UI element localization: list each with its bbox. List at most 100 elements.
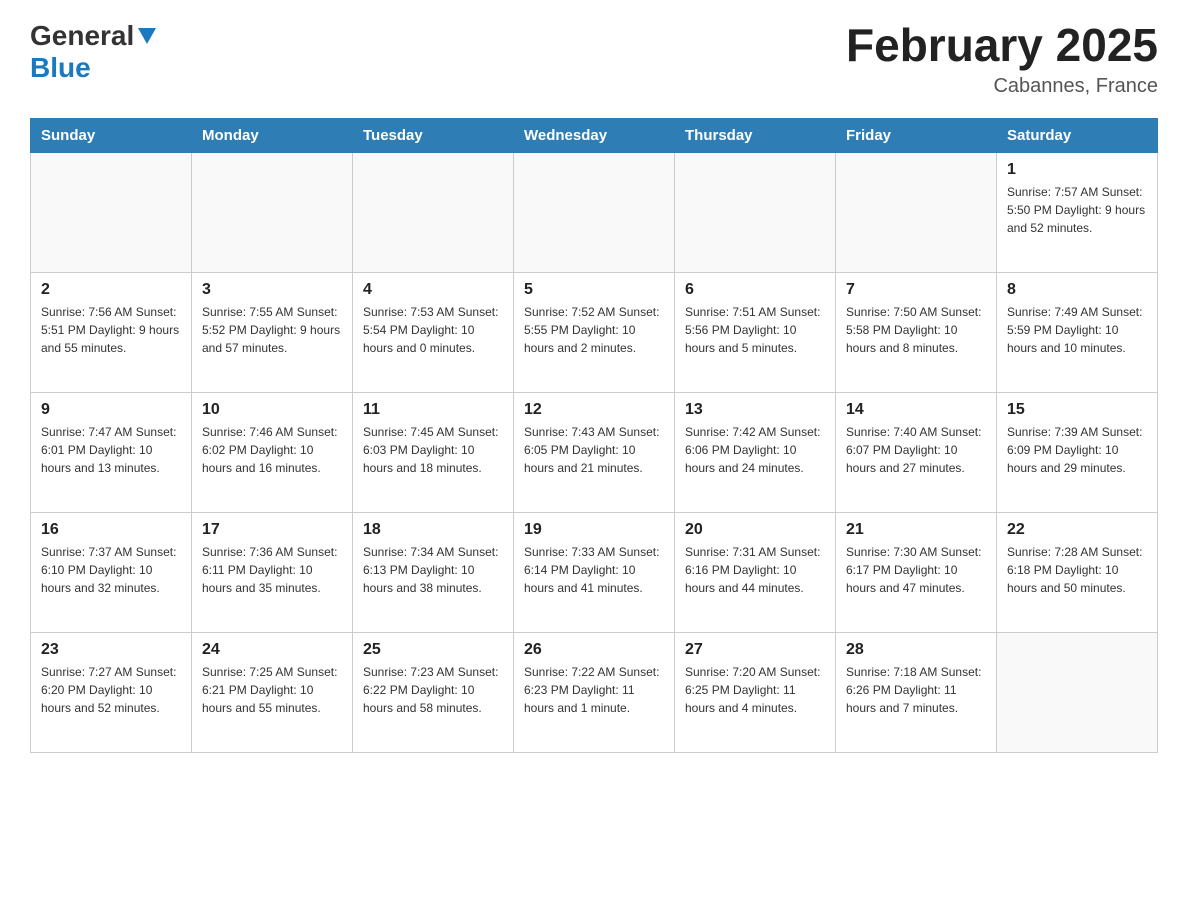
- day-number: 24: [202, 641, 342, 659]
- day-info: Sunrise: 7:55 AM Sunset: 5:52 PM Dayligh…: [202, 303, 342, 357]
- day-number: 14: [846, 401, 986, 419]
- day-number: 23: [41, 641, 181, 659]
- day-cell: 9Sunrise: 7:47 AM Sunset: 6:01 PM Daylig…: [31, 392, 192, 512]
- day-info: Sunrise: 7:23 AM Sunset: 6:22 PM Dayligh…: [363, 663, 503, 717]
- day-cell: [836, 152, 997, 272]
- col-thursday: Thursday: [675, 118, 836, 152]
- day-number: 3: [202, 281, 342, 299]
- day-cell: [675, 152, 836, 272]
- day-number: 20: [685, 521, 825, 539]
- day-cell: 15 Sunrise: 7:39 AM Sunset: 6:09 PM Dayli…: [997, 392, 1158, 512]
- day-info: Sunrise: 7:52 AM Sunset: 5:55 PM Dayligh…: [524, 303, 664, 357]
- day-number: 4: [363, 281, 503, 299]
- day-cell: 6 Sunrise: 7:51 AM Sunset: 5:56 PM Daylig…: [675, 272, 836, 392]
- day-info: Sunrise: 7:31 AM Sunset: 6:16 PM Dayligh…: [685, 543, 825, 597]
- day-cell: 27Sunrise: 7:20 AM Sunset: 6:25 PM Dayli…: [675, 632, 836, 752]
- day-cell: 4 Sunrise: 7:53 AM Sunset: 5:54 PM Daylig…: [353, 272, 514, 392]
- day-info: Sunrise: 7:30 AM Sunset: 6:17 PM Dayligh…: [846, 543, 986, 597]
- col-monday: Monday: [192, 118, 353, 152]
- day-cell: 18Sunrise: 7:34 AM Sunset: 6:13 PM Dayli…: [353, 512, 514, 632]
- day-cell: 7 Sunrise: 7:50 AM Sunset: 5:58 PM Daylig…: [836, 272, 997, 392]
- calendar-table: Sunday Monday Tuesday Wednesday Thursday…: [30, 118, 1158, 753]
- day-number: 11: [363, 401, 503, 419]
- day-number: 25: [363, 641, 503, 659]
- day-number: 17: [202, 521, 342, 539]
- day-info: Sunrise: 7:34 AM Sunset: 6:13 PM Dayligh…: [363, 543, 503, 597]
- day-cell: 14 Sunrise: 7:40 AM Sunset: 6:07 PM Dayli…: [836, 392, 997, 512]
- day-cell: [192, 152, 353, 272]
- day-cell: 19 Sunrise: 7:33 AM Sunset: 6:14 PM Dayli…: [514, 512, 675, 632]
- day-info: Sunrise: 7:50 AM Sunset: 5:58 PM Dayligh…: [846, 303, 986, 357]
- day-cell: 1 Sunrise: 7:57 AM Sunset: 5:50 PM Daylig…: [997, 152, 1158, 272]
- col-saturday: Saturday: [997, 118, 1158, 152]
- day-info: Sunrise: 7:28 AM Sunset: 6:18 PM Dayligh…: [1007, 543, 1147, 597]
- week-row-1: 2 Sunrise: 7:56 AM Sunset: 5:51 PM Daylig…: [31, 272, 1158, 392]
- day-number: 6: [685, 281, 825, 299]
- col-wednesday: Wednesday: [514, 118, 675, 152]
- day-number: 2: [41, 281, 181, 299]
- day-cell: 28 Sunrise: 7:18 AM Sunset: 6:26 PM Dayli…: [836, 632, 997, 752]
- day-cell: 2 Sunrise: 7:56 AM Sunset: 5:51 PM Daylig…: [31, 272, 192, 392]
- day-cell: 11 Sunrise: 7:45 AM Sunset: 6:03 PM Dayli…: [353, 392, 514, 512]
- day-number: 7: [846, 281, 986, 299]
- day-cell: 23 Sunrise: 7:27 AM Sunset: 6:20 PM Dayli…: [31, 632, 192, 752]
- day-cell: 13 Sunrise: 7:42 AM Sunset: 6:06 PM Dayli…: [675, 392, 836, 512]
- calendar-subtitle: Cabannes, France: [846, 75, 1158, 98]
- day-cell: 21Sunrise: 7:30 AM Sunset: 6:17 PM Dayli…: [836, 512, 997, 632]
- logo-arrow-icon: [138, 28, 156, 44]
- day-number: 26: [524, 641, 664, 659]
- calendar-title: February 2025: [846, 20, 1158, 71]
- day-number: 13: [685, 401, 825, 419]
- day-info: Sunrise: 7:40 AM Sunset: 6:07 PM Dayligh…: [846, 423, 986, 477]
- day-number: 5: [524, 281, 664, 299]
- day-number: 19: [524, 521, 664, 539]
- day-info: Sunrise: 7:18 AM Sunset: 6:26 PM Dayligh…: [846, 663, 986, 717]
- day-cell: 8Sunrise: 7:49 AM Sunset: 5:59 PM Daylig…: [997, 272, 1158, 392]
- day-cell: 25 Sunrise: 7:23 AM Sunset: 6:22 PM Dayli…: [353, 632, 514, 752]
- day-number: 22: [1007, 521, 1147, 539]
- day-cell: [997, 632, 1158, 752]
- day-info: Sunrise: 7:57 AM Sunset: 5:50 PM Dayligh…: [1007, 183, 1147, 237]
- calendar-body: 1 Sunrise: 7:57 AM Sunset: 5:50 PM Daylig…: [31, 152, 1158, 752]
- day-cell: 5 Sunrise: 7:52 AM Sunset: 5:55 PM Daylig…: [514, 272, 675, 392]
- day-info: Sunrise: 7:33 AM Sunset: 6:14 PM Dayligh…: [524, 543, 664, 597]
- day-cell: 22 Sunrise: 7:28 AM Sunset: 6:18 PM Dayli…: [997, 512, 1158, 632]
- day-cell: 3 Sunrise: 7:55 AM Sunset: 5:52 PM Daylig…: [192, 272, 353, 392]
- day-info: Sunrise: 7:43 AM Sunset: 6:05 PM Dayligh…: [524, 423, 664, 477]
- col-sunday: Sunday: [31, 118, 192, 152]
- day-info: Sunrise: 7:47 AM Sunset: 6:01 PM Dayligh…: [41, 423, 181, 477]
- header-row: Sunday Monday Tuesday Wednesday Thursday…: [31, 118, 1158, 152]
- day-number: 8: [1007, 281, 1147, 299]
- day-number: 12: [524, 401, 664, 419]
- calendar-header: Sunday Monday Tuesday Wednesday Thursday…: [31, 118, 1158, 152]
- logo-blue-text: Blue: [30, 52, 91, 83]
- day-number: 10: [202, 401, 342, 419]
- day-info: Sunrise: 7:27 AM Sunset: 6:20 PM Dayligh…: [41, 663, 181, 717]
- day-info: Sunrise: 7:39 AM Sunset: 6:09 PM Dayligh…: [1007, 423, 1147, 477]
- day-info: Sunrise: 7:20 AM Sunset: 6:25 PM Dayligh…: [685, 663, 825, 717]
- day-number: 15: [1007, 401, 1147, 419]
- week-row-2: 9Sunrise: 7:47 AM Sunset: 6:01 PM Daylig…: [31, 392, 1158, 512]
- day-cell: 12 Sunrise: 7:43 AM Sunset: 6:05 PM Dayli…: [514, 392, 675, 512]
- day-info: Sunrise: 7:51 AM Sunset: 5:56 PM Dayligh…: [685, 303, 825, 357]
- day-number: 28: [846, 641, 986, 659]
- day-info: Sunrise: 7:42 AM Sunset: 6:06 PM Dayligh…: [685, 423, 825, 477]
- week-row-4: 23 Sunrise: 7:27 AM Sunset: 6:20 PM Dayli…: [31, 632, 1158, 752]
- day-info: Sunrise: 7:36 AM Sunset: 6:11 PM Dayligh…: [202, 543, 342, 597]
- day-info: Sunrise: 7:37 AM Sunset: 6:10 PM Dayligh…: [41, 543, 181, 597]
- day-cell: [514, 152, 675, 272]
- day-cell: [31, 152, 192, 272]
- day-cell: 10Sunrise: 7:46 AM Sunset: 6:02 PM Dayli…: [192, 392, 353, 512]
- day-cell: 26 Sunrise: 7:22 AM Sunset: 6:23 PM Dayli…: [514, 632, 675, 752]
- day-info: Sunrise: 7:56 AM Sunset: 5:51 PM Dayligh…: [41, 303, 181, 357]
- col-tuesday: Tuesday: [353, 118, 514, 152]
- week-row-0: 1 Sunrise: 7:57 AM Sunset: 5:50 PM Daylig…: [31, 152, 1158, 272]
- day-number: 1: [1007, 161, 1147, 179]
- day-info: Sunrise: 7:22 AM Sunset: 6:23 PM Dayligh…: [524, 663, 664, 717]
- logo: General Blue: [30, 20, 156, 84]
- day-info: Sunrise: 7:45 AM Sunset: 6:03 PM Dayligh…: [363, 423, 503, 477]
- title-section: February 2025 Cabannes, France: [846, 20, 1158, 98]
- day-number: 16: [41, 521, 181, 539]
- day-info: Sunrise: 7:53 AM Sunset: 5:54 PM Dayligh…: [363, 303, 503, 357]
- day-info: Sunrise: 7:25 AM Sunset: 6:21 PM Dayligh…: [202, 663, 342, 717]
